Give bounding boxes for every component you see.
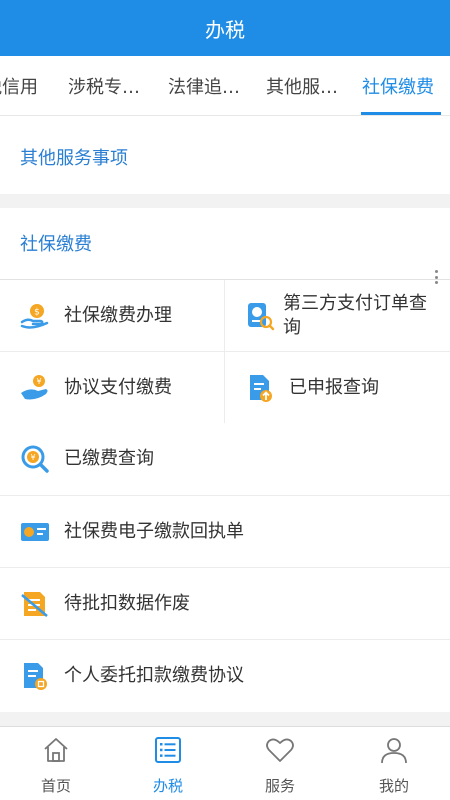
- tabbar-item-service[interactable]: 服务: [224, 727, 336, 800]
- home-icon: [44, 738, 68, 762]
- e-receipt-item[interactable]: 社保费电子缴款回执单: [0, 496, 450, 568]
- order-search-icon: [245, 301, 275, 331]
- heart-icon: [266, 738, 294, 762]
- menu-row: ¥ 协议支付缴费 已申报查询: [0, 351, 450, 424]
- tabbar-service-label: 服务: [264, 777, 295, 795]
- other-services-section: 其他服务事项: [0, 116, 450, 194]
- agreement-document-icon: [20, 661, 50, 691]
- hand-coin-icon: $: [20, 301, 50, 331]
- social-security-title: 社保缴费: [20, 234, 92, 255]
- tabbar-item-home[interactable]: 首页: [0, 727, 112, 800]
- paid-query-label: 已缴费查询: [64, 448, 154, 469]
- list-icon: [155, 737, 181, 763]
- menu-row: 个人委托扣款缴费协议: [0, 639, 450, 711]
- tab-social-security[interactable]: 社保缴费: [362, 56, 434, 115]
- tabbar-tax-label: 办税: [152, 777, 183, 795]
- app-header: 办税: [0, 0, 450, 56]
- magnifier-yen-icon: ¥: [20, 444, 50, 474]
- tab-tax-professional[interactable]: 涉税专…: [68, 56, 140, 115]
- declared-query-label: 已申报查询: [289, 377, 379, 398]
- paid-query-item[interactable]: ¥ 已缴费查询: [0, 423, 450, 495]
- coin-hand-icon: ¥: [20, 373, 50, 403]
- tabbar-mine-label: 我的: [378, 777, 409, 795]
- tabbar-home-label: 首页: [40, 777, 71, 795]
- pending-void-label: 待批扣数据作废: [64, 593, 190, 614]
- menu-row: 社保费电子缴款回执单: [0, 495, 450, 567]
- menu-row: ¥ 已缴费查询: [0, 423, 450, 495]
- page-title: 办税: [205, 17, 245, 42]
- tab-legal[interactable]: 法律追…: [168, 56, 240, 115]
- social-payment-item[interactable]: $ 社保缴费办理: [0, 280, 224, 352]
- third-party-query-item[interactable]: 第三方支付订单查询: [225, 280, 450, 352]
- category-tabs: 税信用 涉税专… 法律追… 其他服… 社保缴费: [0, 56, 450, 116]
- pending-void-item[interactable]: 待批扣数据作废: [0, 568, 450, 640]
- menu-row: 待批扣数据作废: [0, 567, 450, 639]
- personal-agreement-label: 个人委托扣款缴费协议: [64, 665, 244, 686]
- tab-tax-credit[interactable]: 税信用: [0, 56, 38, 115]
- personal-agreement-item[interactable]: 个人委托扣款缴费协议: [0, 640, 450, 712]
- document-upload-icon: [245, 373, 275, 403]
- agreement-payment-item[interactable]: ¥ 协议支付缴费: [0, 352, 224, 424]
- svg-text:¥: ¥: [36, 377, 41, 386]
- void-document-icon: [20, 589, 50, 619]
- active-tab-indicator: [361, 112, 441, 115]
- agreement-payment-label: 协议支付缴费: [64, 377, 172, 398]
- tab-other-services[interactable]: 其他服…: [266, 56, 338, 115]
- social-security-section: 社保缴费 $ 社保缴费办理 第三方支付订单查询 ¥ 协议支付缴费 已申报查询 ¥…: [0, 208, 450, 712]
- social-payment-label: 社保缴费办理: [64, 305, 172, 326]
- declared-query-item[interactable]: 已申报查询: [225, 352, 450, 424]
- bottom-tabbar: 首页 办税 服务 我的: [0, 726, 450, 800]
- tabbar-item-tax[interactable]: 办税: [112, 727, 224, 800]
- e-receipt-label: 社保费电子缴款回执单: [64, 521, 244, 542]
- svg-text:¥: ¥: [30, 453, 35, 462]
- more-options-icon[interactable]: [435, 270, 438, 284]
- menu-row: $ 社保缴费办理 第三方支付订单查询: [0, 279, 450, 352]
- svg-text:$: $: [34, 308, 40, 318]
- tabbar-item-mine[interactable]: 我的: [338, 727, 450, 800]
- third-party-query-label: 第三方支付订单查询: [283, 293, 427, 338]
- user-icon: [381, 738, 407, 764]
- receipt-icon: [20, 517, 50, 547]
- other-services-title[interactable]: 其他服务事项: [20, 144, 128, 170]
